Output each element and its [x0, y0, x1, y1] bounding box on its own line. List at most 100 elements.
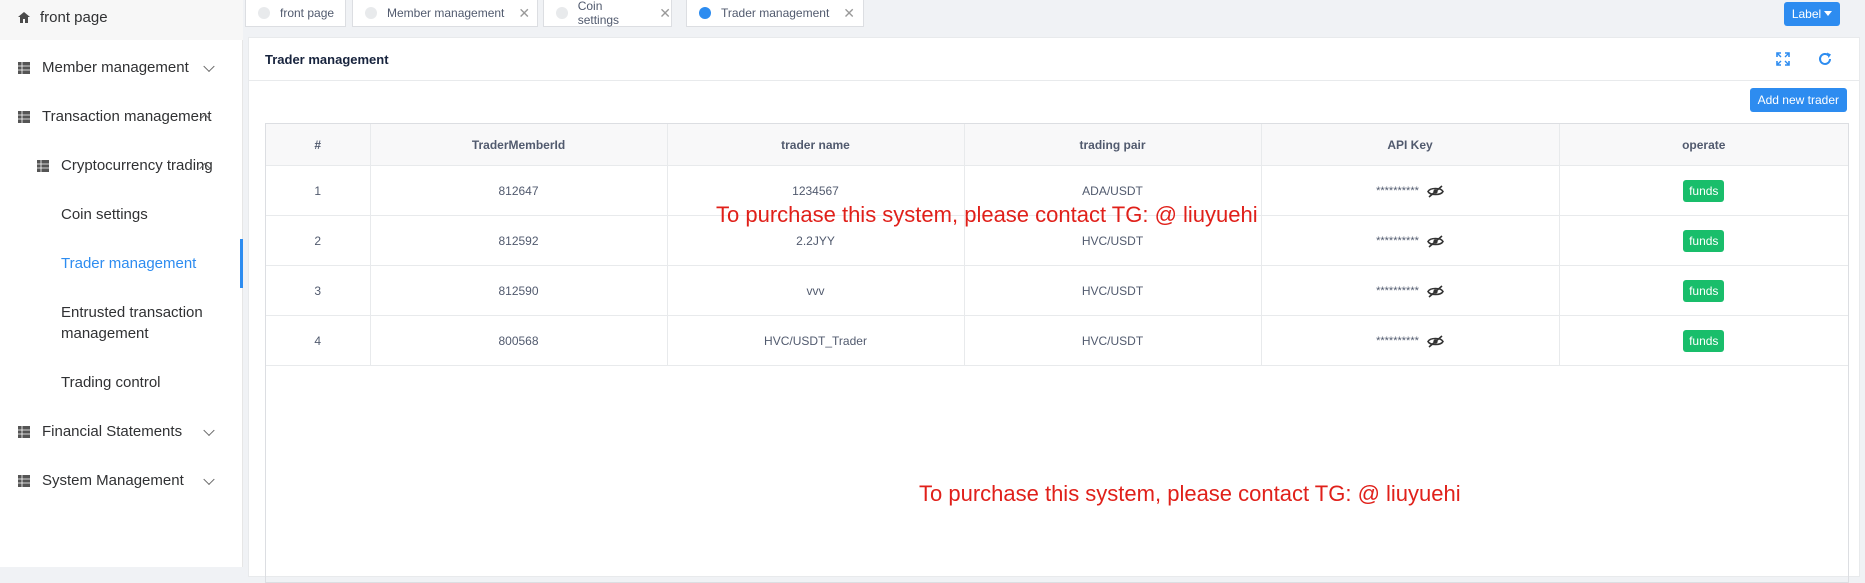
cell-trader-name: vvv	[667, 265, 965, 316]
column-header[interactable]: API Key	[1261, 124, 1560, 166]
sidebar-item-label: Trading control	[61, 374, 161, 391]
sidebar-item-member[interactable]: Member management	[0, 43, 243, 92]
column-header[interactable]: operate	[1559, 124, 1848, 166]
api-key-mask: **********	[1376, 285, 1419, 298]
table-icon	[37, 159, 49, 172]
add-trader-button[interactable]: Add new trader	[1749, 88, 1847, 112]
sidebar-item-label: Entrusted transaction	[61, 304, 203, 321]
tab-member-management[interactable]: Member management ✕	[352, 0, 538, 27]
funds-button[interactable]: funds	[1683, 179, 1725, 202]
tab-trader-management[interactable]: Trader management ✕	[686, 0, 864, 27]
eye-hidden-icon[interactable]	[1427, 335, 1444, 348]
cell-api-key: **********	[1261, 165, 1560, 216]
sidebar-item-entrusted[interactable]: Entrusted transaction management	[0, 300, 243, 346]
tab-status-dot	[258, 7, 270, 19]
trader-table: # TraderMemberId trader name trading pai…	[265, 123, 1849, 583]
cell-index: 4	[266, 315, 371, 366]
active-indicator	[240, 239, 243, 288]
table-row: 3 812590 vvv HVC/USDT ********** funds	[266, 265, 1848, 316]
sidebar-item-label: front page	[40, 8, 108, 26]
cell-member-id: 800568	[370, 315, 668, 366]
cell-trader-name: HVC/USDT_Trader	[667, 315, 965, 366]
sidebar-item-trader-management[interactable]: Trader management	[0, 239, 243, 288]
tab-coin-settings[interactable]: Coin settings ✕	[543, 0, 672, 27]
column-header[interactable]: trading pair	[964, 124, 1262, 166]
card-header: Trader management	[249, 38, 1859, 81]
sidebar-item-label: System Management	[42, 472, 184, 489]
sidebar-item-label: Coin settings	[61, 206, 148, 223]
funds-button[interactable]: funds	[1683, 279, 1725, 302]
column-header[interactable]: trader name	[667, 124, 965, 166]
sidebar: front page Member management Transaction…	[0, 0, 243, 567]
tab-status-dot	[699, 7, 711, 19]
cell-index: 1	[266, 165, 371, 216]
sidebar-item-label: Cryptocurrency trading	[61, 157, 213, 174]
label-dropdown-button[interactable]: Label	[1784, 2, 1840, 26]
eye-hidden-icon[interactable]	[1427, 185, 1444, 198]
refresh-icon[interactable]	[1817, 51, 1833, 67]
column-header[interactable]: #	[266, 124, 371, 166]
cell-trading-pair: HVC/USDT	[964, 265, 1262, 316]
close-icon[interactable]: ✕	[659, 5, 671, 22]
api-key-mask: **********	[1376, 235, 1419, 248]
sidebar-item-transaction[interactable]: Transaction management	[0, 92, 243, 141]
tab-label: front page	[280, 6, 335, 20]
api-key-mask: **********	[1376, 335, 1419, 348]
funds-button[interactable]: funds	[1683, 329, 1725, 352]
table-icon	[18, 474, 30, 487]
home-icon	[18, 11, 30, 23]
sidebar-item-trading-control[interactable]: Trading control	[0, 358, 243, 407]
watermark-text: To purchase this system, please contact …	[919, 481, 1461, 506]
close-icon[interactable]: ✕	[518, 5, 530, 22]
watermark-text: To purchase this system, please contact …	[716, 202, 1258, 227]
cell-index: 2	[266, 215, 371, 266]
sidebar-item-label: Transaction management	[42, 108, 212, 125]
tabs-bar: front page Member management ✕ Coin sett…	[243, 0, 1865, 28]
cell-trading-pair: HVC/USDT	[964, 315, 1262, 366]
tab-status-dot	[365, 7, 377, 19]
cell-operate: funds	[1559, 215, 1848, 266]
table-icon	[18, 110, 30, 123]
cell-operate: funds	[1559, 165, 1848, 216]
caret-down-icon	[1824, 11, 1833, 16]
sidebar-item-home[interactable]: front page	[0, 0, 243, 40]
sidebar-item-label: Financial Statements	[42, 423, 183, 440]
sidebar-item-label: Member management	[42, 59, 189, 76]
cell-index: 3	[266, 265, 371, 316]
cell-member-id: 812590	[370, 265, 668, 316]
cell-member-id: 812592	[370, 215, 668, 266]
cell-api-key: **********	[1261, 265, 1560, 316]
cell-api-key: **********	[1261, 315, 1560, 366]
tab-label: Member management	[387, 6, 505, 20]
close-icon[interactable]: ✕	[843, 5, 855, 22]
sidebar-item-coin-settings[interactable]: Coin settings	[0, 190, 243, 239]
funds-button[interactable]: funds	[1683, 229, 1725, 252]
chevron-down-icon	[203, 60, 215, 72]
label-button-text: Label	[1791, 7, 1822, 21]
eye-hidden-icon[interactable]	[1427, 285, 1444, 298]
table-icon	[18, 61, 30, 74]
column-header[interactable]: TraderMemberId	[370, 124, 668, 166]
api-key-mask: **********	[1376, 185, 1419, 198]
fullscreen-icon[interactable]	[1775, 51, 1791, 67]
tab-front-page[interactable]: front page	[245, 0, 346, 27]
sidebar-item-label: management	[61, 325, 149, 342]
sidebar-item-system[interactable]: System Management	[0, 456, 243, 505]
table-header-row: # TraderMemberId trader name trading pai…	[266, 124, 1848, 166]
tab-label: Trader management	[721, 6, 830, 20]
tab-status-dot	[556, 7, 568, 19]
sidebar-item-label: Trader management	[61, 255, 197, 272]
eye-hidden-icon[interactable]	[1427, 235, 1444, 248]
sidebar-item-crypto[interactable]: Cryptocurrency trading	[0, 141, 243, 190]
cell-operate: funds	[1559, 265, 1848, 316]
page-title: Trader management	[265, 51, 389, 67]
table-row: 4 800568 HVC/USDT_Trader HVC/USDT ******…	[266, 315, 1848, 366]
cell-member-id: 812647	[370, 165, 668, 216]
table-icon	[18, 425, 30, 438]
tab-label: Coin settings	[577, 0, 620, 27]
cell-operate: funds	[1559, 315, 1848, 366]
chevron-down-icon	[203, 424, 215, 436]
cell-api-key: **********	[1261, 215, 1560, 266]
sidebar-item-financial[interactable]: Financial Statements	[0, 407, 243, 456]
chevron-down-icon	[203, 473, 215, 485]
